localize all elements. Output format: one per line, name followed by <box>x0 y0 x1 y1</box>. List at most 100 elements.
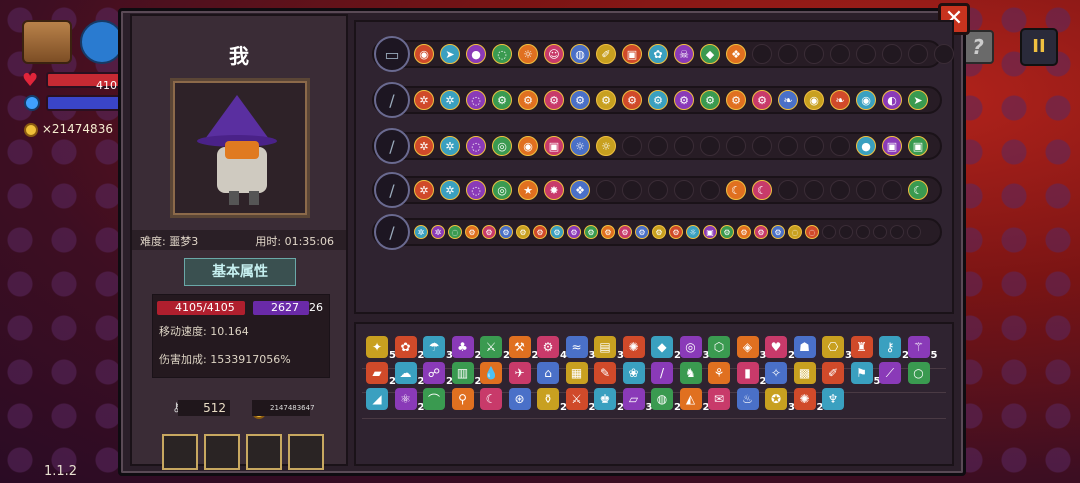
empty-chip-slot[interactable] <box>752 136 772 156</box>
inventory-item-icon[interactable]: ⬡ <box>708 336 730 358</box>
skull-chip-icon[interactable]: ☠ <box>674 44 694 64</box>
empty-chip-slot[interactable] <box>907 225 921 239</box>
inventory-item-icon[interactable]: ✿ 2 <box>394 336 425 361</box>
cog-chip-icon[interactable]: ⚙ <box>601 225 615 239</box>
inventory-item-icon[interactable]: ❀ <box>622 362 645 384</box>
swirl-chip-icon[interactable]: ◌ <box>788 225 802 239</box>
inventory-item-icon[interactable]: ✪ 3 <box>765 388 795 413</box>
chest-hud-icon[interactable] <box>22 20 72 64</box>
gear-chip-icon[interactable]: ✲ <box>414 136 434 156</box>
inventory-item-icon[interactable]: ☗ <box>793 336 816 358</box>
inventory-item-icon[interactable]: ⚔ 2 <box>565 388 596 413</box>
empty-chip-slot[interactable] <box>804 180 824 200</box>
inventory-item-icon[interactable]: ♞ <box>679 362 702 384</box>
cog-chip-icon[interactable]: ⚙ <box>635 225 649 239</box>
empty-chip-slot[interactable] <box>622 180 642 200</box>
inventory-item-icon[interactable]: ⚙ 4 <box>537 336 567 361</box>
empty-chip-slot[interactable] <box>804 44 824 64</box>
star-chip-icon[interactable]: ★ <box>518 180 538 200</box>
inventory-item-icon[interactable]: ✧ <box>765 362 787 384</box>
inventory-item-icon[interactable]: ⚒ 2 <box>508 336 539 361</box>
empty-chip-slot[interactable] <box>882 180 902 200</box>
pause-button[interactable]: II <box>1020 28 1058 66</box>
cog-chip-icon[interactable]: ⚙ <box>465 225 479 239</box>
inventory-item-icon[interactable]: ♆ <box>822 388 844 410</box>
inventory-item-icon[interactable]: ☍ 2 <box>423 362 453 387</box>
cog-chip-icon[interactable]: ⚙ <box>518 90 538 110</box>
arrow-chip-icon[interactable]: ➤ <box>908 90 928 110</box>
cog-chip-icon[interactable]: ⚙ <box>737 225 751 239</box>
crescent-chip-icon[interactable]: ☾ <box>752 180 772 200</box>
inventory-item-icon[interactable]: ◭ 2 <box>679 388 710 413</box>
cog-chip-icon[interactable]: ⚙ <box>533 225 547 239</box>
cog-chip-icon[interactable]: ⚙ <box>584 225 598 239</box>
inventory-item-icon[interactable]: ⚚ 5 <box>907 336 938 361</box>
inventory-item-icon[interactable]: ○ <box>907 362 930 384</box>
sun-chip-icon[interactable]: ☼ <box>518 44 538 64</box>
inventory-item-icon[interactable]: 💧 <box>480 362 502 384</box>
empty-chip-slot[interactable] <box>700 180 720 200</box>
leaf-staff-icon[interactable]: / <box>374 128 410 164</box>
rune-chip-icon[interactable]: ❖ <box>726 44 746 64</box>
inventory-item-icon[interactable]: ⚑ 5 <box>850 362 881 387</box>
cog-chip-icon[interactable]: ⚙ <box>492 90 512 110</box>
jar-chip-icon[interactable]: ▣ <box>908 136 928 156</box>
inventory-item-icon[interactable]: ✈ <box>508 362 531 384</box>
empty-chip-slot[interactable] <box>648 180 668 200</box>
chest-icon[interactable]: ▭ <box>374 36 410 72</box>
cog-chip-icon[interactable]: ⚙ <box>720 225 734 239</box>
inventory-item-icon[interactable]: ⌂ <box>537 362 559 384</box>
inventory-item-icon[interactable]: ✺ <box>622 336 645 358</box>
empty-chip-slot[interactable] <box>648 136 668 156</box>
cog-chip-icon[interactable]: ⚙ <box>622 90 642 110</box>
target-chip-icon[interactable]: ◎ <box>492 180 512 200</box>
inventory-item-icon[interactable]: ⌒ <box>423 388 445 410</box>
empty-chip-slot[interactable] <box>830 180 850 200</box>
equipment-slot[interactable] <box>288 434 324 470</box>
sprout-chip-icon[interactable]: ❧ <box>830 90 850 110</box>
empty-chip-slot[interactable] <box>830 136 850 156</box>
empty-chip-slot[interactable] <box>873 225 887 239</box>
swirl-chip-icon[interactable]: ◌ <box>805 225 819 239</box>
inventory-item-icon[interactable]: ◎ 3 <box>679 336 710 361</box>
gear-chip-icon[interactable]: ✲ <box>431 225 445 239</box>
cog-chip-icon[interactable]: ⚙ <box>771 225 785 239</box>
gear-chip-icon[interactable]: ✲ <box>440 136 460 156</box>
inventory-item-icon[interactable]: ▰ 2 <box>366 362 396 387</box>
eye-chip-icon[interactable]: ◉ <box>518 136 538 156</box>
equipment-slot[interactable] <box>246 434 282 470</box>
crescent-chip-icon[interactable]: ☾ <box>908 180 928 200</box>
orb-chip-icon[interactable]: ◍ <box>570 44 590 64</box>
empty-chip-slot[interactable] <box>778 180 798 200</box>
staff-icon[interactable]: / <box>374 82 410 118</box>
gear-chip-icon[interactable]: ✲ <box>440 180 460 200</box>
cog-chip-icon[interactable]: ⚙ <box>726 90 746 110</box>
rune-chip-icon[interactable]: ❖ <box>570 180 590 200</box>
empty-chip-slot[interactable] <box>822 225 836 239</box>
gear-chip-icon[interactable]: ✲ <box>414 90 434 110</box>
inventory-item-icon[interactable]: ☾ <box>480 388 502 410</box>
swirl-chip-icon[interactable]: ◌ <box>492 44 512 64</box>
inventory-item-icon[interactable]: ⎔ 3 <box>822 336 852 361</box>
empty-chip-slot[interactable] <box>700 136 720 156</box>
drop-chip-icon[interactable]: ◐ <box>882 90 902 110</box>
empty-chip-slot[interactable] <box>882 44 902 64</box>
cog-chip-icon[interactable]: ⚙ <box>544 90 564 110</box>
empty-chip-slot[interactable] <box>778 44 798 64</box>
quill-chip-icon[interactable]: ✐ <box>596 44 616 64</box>
inventory-item-icon[interactable]: ▮ 2 <box>736 362 767 387</box>
cog-chip-icon[interactable]: ⚙ <box>482 225 496 239</box>
inventory-item-icon[interactable]: / <box>651 362 673 384</box>
empty-chip-slot[interactable] <box>778 136 798 156</box>
inventory-item-icon[interactable]: ⚷ 2 <box>879 336 909 361</box>
vortex-chip-icon[interactable]: ◎ <box>492 136 512 156</box>
inventory-item-icon[interactable]: ◢ <box>366 388 388 410</box>
gear-chip-icon[interactable]: ✲ <box>414 225 428 239</box>
inventory-item-icon[interactable]: ♜ <box>850 336 873 358</box>
empty-chip-slot[interactable] <box>890 225 904 239</box>
inventory-item-icon[interactable]: ✐ <box>822 362 844 384</box>
inventory-item-icon[interactable]: ◈ 3 <box>736 336 767 361</box>
cog-chip-icon[interactable]: ⚙ <box>499 225 513 239</box>
gear-chip-icon[interactable]: ✲ <box>440 90 460 110</box>
cog-chip-icon[interactable]: ⚙ <box>570 90 590 110</box>
